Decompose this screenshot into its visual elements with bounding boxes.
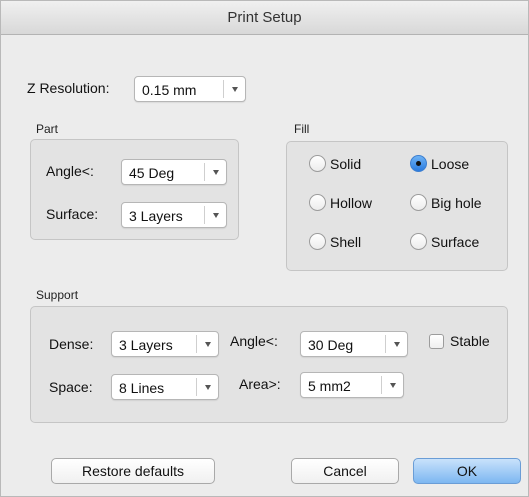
stable-label: Stable <box>450 333 490 349</box>
part-angle-label: Angle<: <box>46 163 94 179</box>
radio-icon <box>309 155 326 172</box>
part-angle-select[interactable]: 45 Deg <box>121 159 227 185</box>
fill-radio-hollow[interactable]: Hollow <box>309 192 399 214</box>
fill-option-label: Shell <box>330 234 362 250</box>
chevron-down-icon <box>196 335 218 353</box>
chevron-down-icon <box>223 80 245 98</box>
support-group <box>30 306 508 423</box>
part-group-title: Part <box>36 122 59 136</box>
part-surface-label: Surface: <box>46 206 99 222</box>
fill-radio-solid[interactable]: Solid <box>309 153 389 175</box>
chevron-down-icon <box>204 206 226 224</box>
support-angle-label: Angle<: <box>230 333 278 349</box>
z-resolution-label: Z Resolution: <box>27 80 110 96</box>
radio-icon <box>309 194 326 211</box>
stable-checkbox[interactable] <box>429 334 444 349</box>
radio-selected-icon <box>410 155 427 172</box>
radio-icon <box>410 194 427 211</box>
fill-option-label: Big hole <box>431 195 482 211</box>
chevron-down-icon <box>204 163 226 181</box>
support-space-value: 8 Lines <box>119 380 165 396</box>
fill-option-label: Surface <box>431 234 480 250</box>
chevron-down-icon <box>385 335 407 353</box>
chevron-down-icon <box>381 376 403 394</box>
support-area-label: Area>: <box>239 376 281 392</box>
z-resolution-value: 0.15 mm <box>142 82 197 98</box>
fill-radio-surface[interactable]: Surface <box>410 231 505 253</box>
fill-radio-big-hole[interactable]: Big hole <box>410 192 505 214</box>
support-dense-value: 3 Layers <box>119 337 173 353</box>
radio-icon <box>309 233 326 250</box>
support-space-label: Space: <box>49 379 93 395</box>
fill-option-label: Loose <box>431 156 470 172</box>
restore-defaults-button[interactable]: Restore defaults <box>51 458 215 484</box>
chevron-down-icon <box>196 378 218 396</box>
part-surface-select[interactable]: 3 Layers <box>121 202 227 228</box>
support-dense-select[interactable]: 3 Layers <box>111 331 219 357</box>
support-angle-select[interactable]: 30 Deg <box>300 331 408 357</box>
support-dense-label: Dense: <box>49 336 94 352</box>
support-space-select[interactable]: 8 Lines <box>111 374 219 400</box>
support-group-title: Support <box>36 288 79 302</box>
support-area-select[interactable]: 5 mm2 <box>300 372 404 398</box>
print-setup-dialog: Print Setup Z Resolution: 0.15 mm Part A… <box>0 0 529 497</box>
part-angle-value: 45 Deg <box>129 165 175 181</box>
radio-icon <box>410 233 427 250</box>
fill-radio-shell[interactable]: Shell <box>309 231 389 253</box>
cancel-button[interactable]: Cancel <box>291 458 399 484</box>
ok-button[interactable]: OK <box>413 458 521 484</box>
part-surface-value: 3 Layers <box>129 208 183 224</box>
support-angle-value: 30 Deg <box>308 337 354 353</box>
fill-group-title: Fill <box>294 122 310 136</box>
z-resolution-select[interactable]: 0.15 mm <box>134 76 246 102</box>
fill-radio-loose[interactable]: Loose <box>410 153 490 175</box>
window-title: Print Setup <box>1 1 528 35</box>
fill-option-label: Hollow <box>330 195 373 211</box>
fill-option-label: Solid <box>330 156 362 172</box>
support-area-value: 5 mm2 <box>308 378 351 394</box>
